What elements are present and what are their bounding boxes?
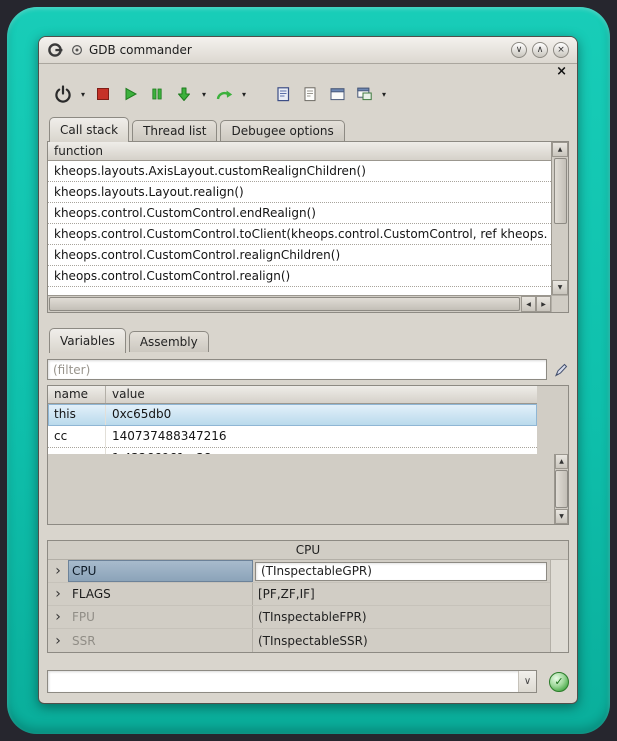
expand-icon[interactable]: › <box>48 606 68 628</box>
scroll-up-icon[interactable]: ▲ <box>552 142 568 157</box>
callstack-row[interactable]: kheops.control.CustomControl.toClient(kh… <box>48 224 551 245</box>
scrollbar-thumb[interactable] <box>49 297 520 311</box>
register-group-name[interactable]: CPU <box>68 560 253 582</box>
variables-panel: name value this 0xc65db0 cc 140737488347… <box>47 385 569 525</box>
app-icon <box>47 42 65 58</box>
horizontal-scrollbar[interactable]: ◀ ▶ <box>48 295 551 312</box>
callstack-row[interactable]: kheops.control.CustomControl.realign() <box>48 266 551 287</box>
var-name: w <box>48 448 106 454</box>
command-row: ∨ ✓ <box>47 670 569 693</box>
callstack-row[interactable]: kheops.control.CustomControl.endRealign(… <box>48 203 551 224</box>
report-button[interactable] <box>271 82 295 106</box>
cpu-grid: › CPU (TInspectableGPR) › FLAGS [PF,ZF,I… <box>48 559 568 652</box>
cpu-title: CPU <box>48 541 568 559</box>
var-name: this <box>48 404 106 425</box>
tab-debugee-options[interactable]: Debugee options <box>220 120 344 141</box>
scrollbar-corner <box>551 295 568 312</box>
gdb-commander-window: GDB commander ∨ ∧ × × ▾ ▾ <box>38 36 578 704</box>
scrollbar-thumb[interactable] <box>555 470 568 508</box>
expand-icon[interactable]: › <box>48 629 68 652</box>
tab-assembly[interactable]: Assembly <box>129 331 209 352</box>
table-row[interactable]: w 1.43266961e-38 <box>48 448 537 454</box>
column-header-name[interactable]: name <box>48 386 106 403</box>
window-controls: ∨ ∧ × <box>511 42 569 58</box>
chevron-down-icon[interactable]: ▾ <box>199 90 209 99</box>
chevron-down-icon[interactable]: ▾ <box>78 90 88 99</box>
scroll-down-icon[interactable]: ▼ <box>555 509 568 524</box>
scroll-left-icon[interactable]: ◀ <box>521 296 536 312</box>
register-group-name[interactable]: SSR <box>68 629 253 652</box>
table-row[interactable]: this 0xc65db0 <box>48 404 537 426</box>
column-header-function[interactable]: function <box>48 142 551 161</box>
callstack-row[interactable]: kheops.layouts.AxisLayout.customRealignC… <box>48 161 551 182</box>
scroll-up-icon[interactable]: ▲ <box>555 454 568 469</box>
table-row[interactable]: cc 140737488347216 <box>48 426 537 448</box>
register-group-value[interactable]: (TInspectableGPR) <box>255 562 547 581</box>
top-tabbar: Call stack Thread list Debugee options <box>47 116 569 141</box>
tab-variables[interactable]: Variables <box>49 328 126 353</box>
run-button[interactable] <box>118 82 142 106</box>
step-over-button[interactable] <box>212 82 236 106</box>
register-group-name[interactable]: FPU <box>68 606 253 628</box>
titlebar[interactable]: GDB commander ∨ ∧ × <box>39 37 577 64</box>
combo-dropdown-icon[interactable]: ∨ <box>518 671 536 692</box>
filter-row <box>47 359 569 380</box>
minimize-button[interactable]: ∨ <box>511 42 527 58</box>
pause-button[interactable] <box>145 82 169 106</box>
register-group-value: (TInspectableFPR) <box>253 606 550 628</box>
step-into-button[interactable] <box>172 82 196 106</box>
variables-header: name value <box>48 386 537 404</box>
scroll-down-icon[interactable]: ▼ <box>552 280 568 295</box>
chevron-down-icon[interactable]: ▾ <box>239 90 249 99</box>
filter-input[interactable] <box>47 359 547 380</box>
source-file-button[interactable] <box>298 82 322 106</box>
maximize-button[interactable]: ∧ <box>532 42 548 58</box>
command-combobox[interactable]: ∨ <box>47 670 537 693</box>
register-group-value: [PF,ZF,IF] <box>253 583 550 605</box>
callstack-row[interactable]: kheops.layouts.Layout.realign() <box>48 182 551 203</box>
scrollbar-thumb[interactable] <box>554 158 567 224</box>
watch-window-button[interactable] <box>325 82 349 106</box>
vertical-scrollbar[interactable]: ▲ ▼ <box>551 142 568 295</box>
var-value: 140737488347216 <box>106 426 537 447</box>
confirm-button[interactable]: ✓ <box>549 672 569 692</box>
mid-tabbar: Variables Assembly <box>47 327 569 352</box>
debug-toolbar: ▾ ▾ ▾ <box>47 80 569 112</box>
variables-table: name value this 0xc65db0 cc 140737488347… <box>48 386 537 454</box>
cpu-row[interactable]: › SSR (TInspectableSSR) <box>48 629 550 652</box>
expand-icon[interactable]: › <box>48 560 68 582</box>
callstack-panel: function kheops.layouts.AxisLayout.custo… <box>47 141 569 313</box>
pane-close-icon[interactable]: × <box>554 66 569 80</box>
register-group-name[interactable]: FLAGS <box>68 583 253 605</box>
scroll-right-icon[interactable]: ▶ <box>536 296 551 312</box>
callstack-row[interactable]: kheops.control.CustomControl.realignChil… <box>48 245 551 266</box>
var-name: cc <box>48 426 106 447</box>
command-input[interactable] <box>48 671 518 692</box>
cpu-inspector: CPU › CPU (TInspectableGPR) › FLAGS [PF,… <box>47 540 569 653</box>
tab-thread-list[interactable]: Thread list <box>132 120 217 141</box>
scrollbar-track[interactable] <box>552 225 568 280</box>
var-value: 0xc65db0 <box>106 404 537 425</box>
callstack-table: function kheops.layouts.AxisLayout.custo… <box>48 142 551 295</box>
cpu-row[interactable]: › CPU (TInspectableGPR) <box>48 560 550 583</box>
power-button[interactable] <box>51 82 75 106</box>
var-value: 1.43266961e-38 <box>106 448 537 454</box>
window-content: × ▾ ▾ ▾ <box>39 64 577 703</box>
register-group-value: (TInspectableSSR) <box>253 629 550 652</box>
expand-icon[interactable]: › <box>48 583 68 605</box>
window-title: GDB commander <box>89 43 192 57</box>
tab-call-stack[interactable]: Call stack <box>49 117 129 142</box>
app-subicon <box>71 44 83 56</box>
column-header-value[interactable]: value <box>106 386 537 403</box>
stop-button[interactable] <box>91 82 115 106</box>
pen-icon[interactable] <box>553 362 569 378</box>
cpu-row[interactable]: › FLAGS [PF,ZF,IF] <box>48 583 550 606</box>
vertical-scrollbar[interactable]: ▲ ▼ <box>554 454 568 524</box>
inspect-window-button[interactable] <box>352 82 376 106</box>
cpu-row[interactable]: › FPU (TInspectableFPR) <box>48 606 550 629</box>
chevron-down-icon[interactable]: ▾ <box>379 90 389 99</box>
scrollbar-track[interactable] <box>550 560 568 652</box>
close-button[interactable]: × <box>553 42 569 58</box>
